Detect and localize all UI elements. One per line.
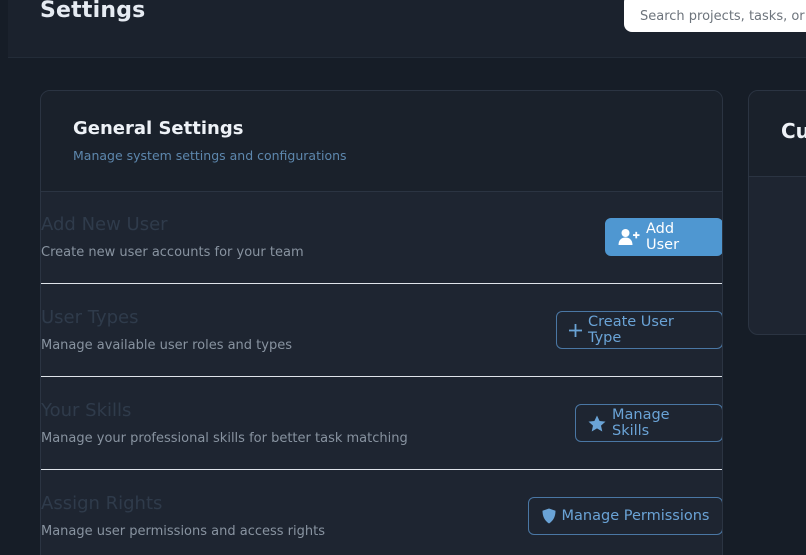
- manage-permissions-button[interactable]: Manage Permissions: [528, 497, 722, 535]
- setting-row-description: Manage user permissions and access right…: [41, 524, 326, 539]
- secondary-settings-card: Cu: [748, 90, 806, 335]
- shield-icon: [542, 508, 556, 524]
- setting-row-description: Create new user accounts for your team: [41, 245, 304, 260]
- secondary-settings-header: Cu: [749, 91, 806, 177]
- general-settings-card: General Settings Manage system settings …: [40, 90, 723, 555]
- setting-row-add-user: Add New User Create new user accounts fo…: [41, 191, 722, 284]
- search-input[interactable]: Search projects, tasks, or t: [624, 0, 806, 32]
- setting-row-description: Manage your professional skills for bett…: [41, 431, 408, 446]
- manage-permissions-button-label: Manage Permissions: [561, 508, 710, 524]
- manage-skills-button-label: Manage Skills: [612, 407, 670, 439]
- general-settings-subtitle: Manage system settings and configuration…: [73, 148, 347, 163]
- user-plus-icon: [618, 228, 640, 246]
- setting-row-title: Add New User: [41, 214, 168, 235]
- general-settings-title: General Settings: [73, 118, 244, 139]
- setting-row-title: User Types: [41, 307, 139, 328]
- page-title: Settings: [40, 0, 146, 23]
- add-user-button-label: Add User: [646, 221, 680, 253]
- setting-row-skills: Your Skills Manage your professional ski…: [41, 377, 722, 470]
- settings-page: Settings Search projects, tasks, or t Ge…: [0, 0, 806, 555]
- setting-row-title: Assign Rights: [41, 493, 163, 514]
- create-user-type-button[interactable]: Create User Type: [556, 311, 722, 349]
- star-icon: [588, 415, 606, 432]
- add-user-button[interactable]: Add User: [605, 218, 722, 256]
- setting-row-title: Your Skills: [41, 400, 132, 421]
- plus-icon: [569, 323, 582, 337]
- setting-row-description: Manage available user roles and types: [41, 338, 292, 353]
- secondary-settings-title: Cu: [781, 119, 806, 143]
- create-user-type-button-label: Create User Type: [588, 314, 674, 346]
- search-placeholder: Search projects, tasks, or t: [640, 8, 806, 24]
- setting-row-user-types: User Types Manage available user roles a…: [41, 284, 722, 377]
- general-settings-header: General Settings Manage system settings …: [41, 91, 722, 192]
- setting-row-assign-rights: Assign Rights Manage user permissions an…: [41, 470, 722, 555]
- manage-skills-button[interactable]: Manage Skills: [575, 404, 722, 442]
